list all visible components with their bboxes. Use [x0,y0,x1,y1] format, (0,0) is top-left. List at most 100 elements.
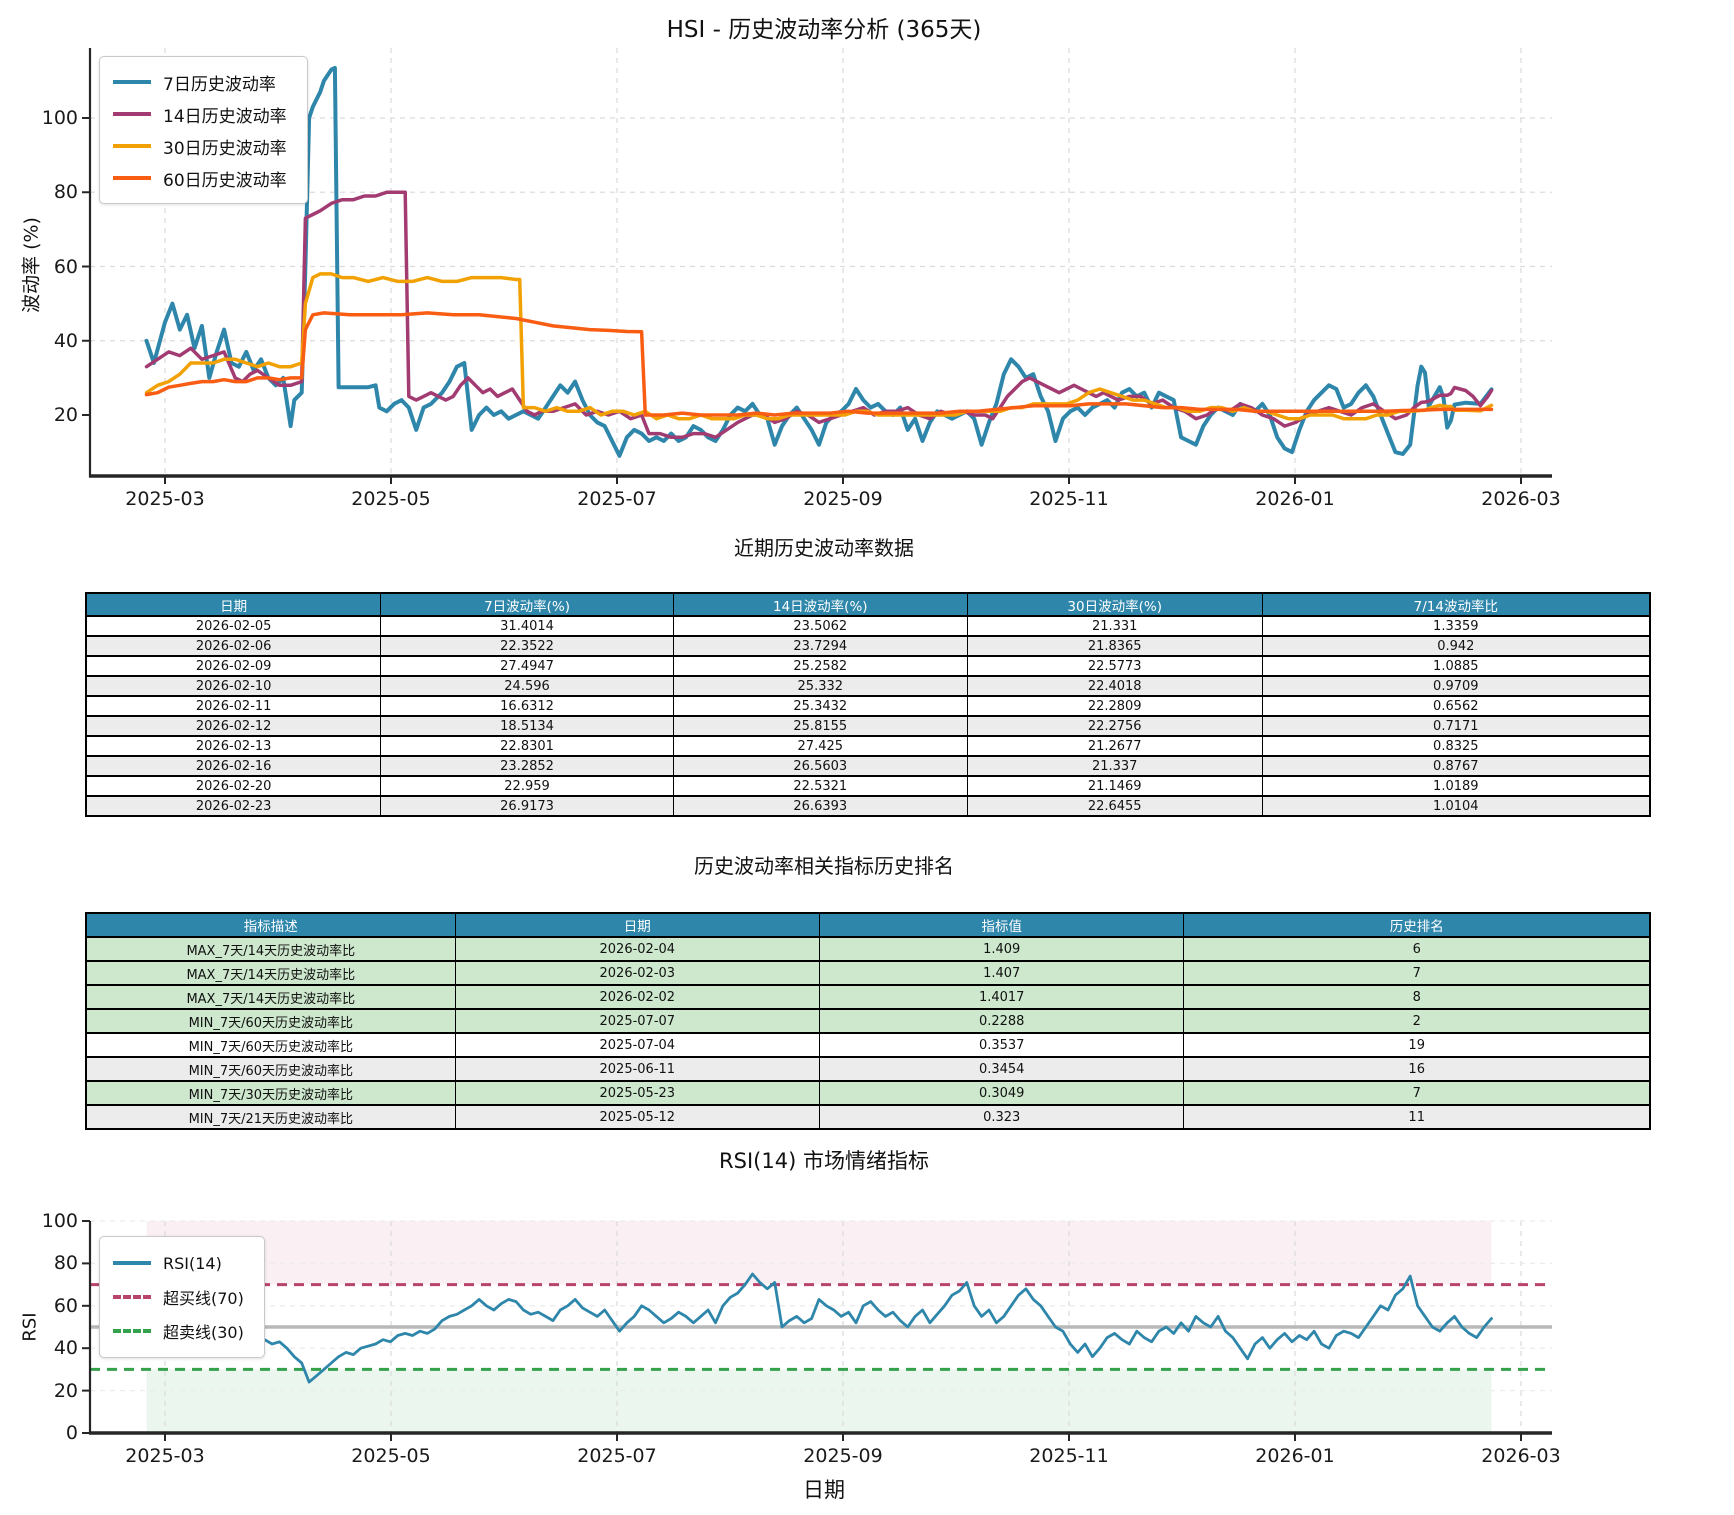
table-cell: 21.8365 [966,635,1263,657]
y-tick-label: 80 [53,181,78,204]
table-cell: 2026-02-05 [85,615,382,637]
column-header: 30日波动率(%) [966,592,1263,617]
legend-item: 超买线(70) [113,1280,244,1314]
table-cell: 2026-02-12 [85,715,382,737]
ranking-table-title: 历史波动率相关指标历史排名 [694,854,954,878]
table-cell: 18.5134 [380,715,674,737]
table-cell: 22.5773 [966,655,1263,677]
table-cell: 2026-02-20 [85,775,382,797]
table-row: MIN_7天/60天历史波动率比 2025-07-04 0.3537 19 [85,1032,1651,1058]
series-line [144,272,1494,421]
volatility-chart-legend: 7日历史波动率 14日历史波动率 30日历史波动率 60日历史波动率 [99,56,308,204]
table-row: MIN_7天/60天历史波动率比 2025-07-07 0.2288 2 [85,1008,1651,1034]
table-cell: 7 [1183,960,1651,986]
y-tick-label: 40 [53,329,78,352]
table-cell: 1.0885 [1261,655,1651,677]
y-tick-label: 20 [53,404,78,426]
table-cell: 0.3454 [818,1056,1185,1082]
table-cell: 31.4014 [380,615,674,637]
recent-table-title: 近期历史波动率数据 [734,536,914,560]
table-cell: 22.5321 [672,775,968,797]
table-cell: 2025-06-11 [454,1056,821,1082]
table-cell: MIN_7天/60天历史波动率比 [85,1056,456,1082]
table-cell: 2025-05-12 [454,1104,821,1130]
legend-line-swatch [113,144,151,148]
legend-line-swatch [113,1261,151,1265]
legend-label: 60日历史波动率 [163,170,287,191]
table-cell: 24.596 [380,675,674,697]
table-cell: 1.0104 [1261,795,1651,817]
table-cell: MAX_7天/14天历史波动率比 [85,984,456,1010]
recent-volatility-table: 日期 7日波动率(%) 14日波动率(%) 30日波动率(%) 7/14波动率比 2026… [85,592,1651,817]
y-tick-label: 80 [53,1252,78,1275]
table-cell: 0.2288 [818,1008,1185,1034]
table-cell: 21.2677 [966,735,1263,757]
legend-item: RSI(14) [113,1246,244,1280]
column-header: 指标值 [818,912,1185,938]
table-cell: 16 [1183,1056,1651,1082]
table-row: 2026-02-13 22.8301 27.425 21.2677 0.8325 [85,735,1651,757]
table-cell: MAX_7天/14天历史波动率比 [85,936,456,962]
series-line [144,190,1494,440]
table-cell: MAX_7天/14天历史波动率比 [85,960,456,986]
table-row: MAX_7天/14天历史波动率比 2026-02-04 1.409 6 [85,936,1651,962]
series-line [144,65,1494,458]
legend-line-swatch [113,1295,151,1299]
x-tick-label: 2025-09 [803,488,883,510]
legend-label: RSI(14) [163,1253,222,1273]
table-cell: 23.5062 [672,615,968,637]
table-cell: 8 [1183,984,1651,1010]
table-cell: 2026-02-04 [454,936,821,962]
table-row: 2026-02-23 26.9173 26.6393 22.6455 1.0104 [85,795,1651,817]
table-cell: 6 [1183,936,1651,962]
y-tick-label: 60 [53,255,78,278]
column-header: 历史排名 [1183,912,1651,938]
y-tick-label: 60 [53,1294,78,1317]
table-cell: 1.409 [818,936,1185,962]
table-cell: 23.2852 [380,755,674,777]
page: HSI - 历史波动率分析 (365天) 波动率 (%) 7日历史波动率 14日历… [0,0,1734,1515]
table-cell: 0.3537 [818,1032,1185,1058]
table-cell: 0.8767 [1261,755,1651,777]
table-cell: 2026-02-09 [85,655,382,677]
table-row: 2026-02-20 22.959 22.5321 21.1469 1.0189 [85,775,1651,797]
x-tick-label: 2025-05 [351,488,431,510]
table-cell: 1.3359 [1261,615,1651,637]
volatility-chart-title: HSI - 历史波动率分析 (365天) [666,17,982,43]
table-cell: 23.7294 [672,635,968,657]
x-tick-label: 2026-03 [1481,1445,1561,1467]
x-tick-label: 2025-11 [1029,1445,1109,1467]
legend-line-swatch [113,1329,151,1333]
table-cell: 2026-02-06 [85,635,382,657]
table-cell: 26.5603 [672,755,968,777]
table-cell: 25.3432 [672,695,968,717]
column-header: 日期 [85,592,382,617]
table-cell: 22.2756 [966,715,1263,737]
table-row: 2026-02-12 18.5134 25.8155 22.2756 0.7171 [85,715,1651,737]
y-tick-label: 100 [41,107,78,129]
y-tick-label: 0 [65,1422,78,1444]
table-cell: MIN_7天/60天历史波动率比 [85,1032,456,1058]
volatility-chart-ylabel: 波动率 (%) [20,217,43,313]
table-cell: 2026-02-13 [85,735,382,757]
table-cell: 0.6562 [1261,695,1651,717]
table-cell: 0.3049 [818,1080,1185,1106]
y-tick-label: 40 [53,1337,78,1360]
table-cell: 27.4947 [380,655,674,677]
legend-item: 30日历史波动率 [113,130,287,162]
legend-line-swatch [113,176,151,180]
column-header: 日期 [454,912,821,938]
x-tick-label: 2025-03 [125,1445,205,1467]
table-row: 2026-02-16 23.2852 26.5603 21.337 0.8767 [85,755,1651,777]
table-cell: 0.942 [1261,635,1651,657]
table-cell: 22.2809 [966,695,1263,717]
x-tick-label: 2026-01 [1255,488,1335,510]
table-header-row: 指标描述 日期 指标值 历史排名 [85,912,1651,938]
table-row: 2026-02-05 31.4014 23.5062 21.331 1.3359 [85,615,1651,637]
table-row: MIN_7天/60天历史波动率比 2025-06-11 0.3454 16 [85,1056,1651,1082]
legend-item: 60日历史波动率 [113,162,287,194]
table-cell: 0.9709 [1261,675,1651,697]
table-cell: 2026-02-02 [454,984,821,1010]
table-cell: 2025-05-23 [454,1080,821,1106]
series-line [145,1272,1493,1384]
